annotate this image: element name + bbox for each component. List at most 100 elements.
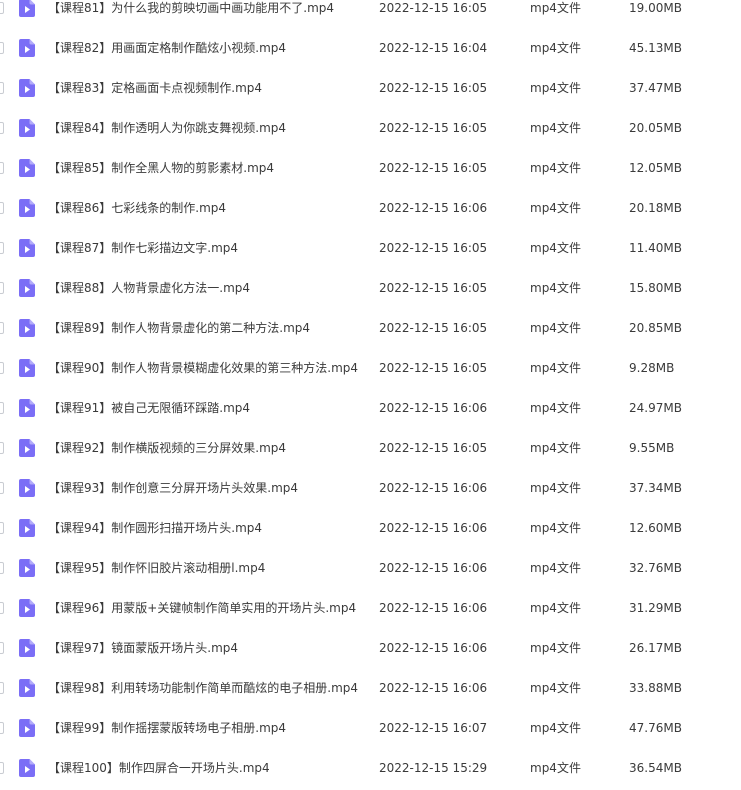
file-name[interactable]: 【课程86】七彩线条的制作.mp4: [48, 188, 363, 228]
row-checkbox[interactable]: [0, 282, 4, 294]
file-type: mp4文件: [530, 761, 581, 775]
file-name[interactable]: 【课程95】制作怀旧胶片滚动相册l.mp4: [48, 548, 363, 588]
file-size: 32.76MB: [629, 561, 682, 575]
video-file-icon: [19, 199, 35, 217]
video-file-icon: [19, 479, 35, 497]
file-row[interactable]: 【课程99】制作摇摆蒙版转场电子相册.mp4 2022-12-15 16:07 mp…: [0, 708, 741, 748]
file-name[interactable]: 【课程97】镜面蒙版开场片头.mp4: [48, 628, 363, 668]
modified-date: 2022-12-15 16:06: [379, 481, 488, 495]
row-checkbox[interactable]: [0, 722, 4, 734]
row-checkbox[interactable]: [0, 42, 4, 54]
modified-date: 2022-12-15 16:06: [379, 641, 488, 655]
modified-date: 2022-12-15 16:05: [379, 1, 488, 15]
row-checkbox[interactable]: [0, 362, 4, 374]
row-checkbox[interactable]: [0, 682, 4, 694]
row-checkbox[interactable]: [0, 602, 4, 614]
file-name[interactable]: 【课程96】用蒙版+关键帧制作简单实用的开场片头.mp4: [48, 588, 363, 628]
file-row[interactable]: 【课程81】为什么我的剪映切画中画功能用不了.mp4 2022-12-15 16:…: [0, 0, 741, 28]
file-name[interactable]: 【课程100】制作四屏合一开场片头.mp4: [48, 748, 363, 788]
modified-date: 2022-12-15 16:06: [379, 401, 488, 415]
file-row[interactable]: 【课程87】制作七彩描边文字.mp4 2022-12-15 16:05 mp4文件 1…: [0, 228, 741, 268]
file-name[interactable]: 【课程90】制作人物背景模糊虚化效果的第三种方法.mp4: [48, 348, 363, 388]
file-row[interactable]: 【课程90】制作人物背景模糊虚化效果的第三种方法.mp4 2022-12-15 1…: [0, 348, 741, 388]
modified-date: 2022-12-15 16:05: [379, 361, 488, 375]
file-row[interactable]: 【课程95】制作怀旧胶片滚动相册l.mp4 2022-12-15 16:06 mp4…: [0, 548, 741, 588]
file-size: 19.00MB: [629, 1, 682, 15]
modified-date: 2022-12-15 16:06: [379, 521, 488, 535]
file-row[interactable]: 【课程89】制作人物背景虚化的第二种方法.mp4 2022-12-15 16:05…: [0, 308, 741, 348]
file-name[interactable]: 【课程92】制作横版视频的三分屏效果.mp4: [48, 428, 363, 468]
row-checkbox[interactable]: [0, 402, 4, 414]
file-row[interactable]: 【课程84】制作透明人为你跳支舞视频.mp4 2022-12-15 16:05 mp…: [0, 108, 741, 148]
file-type: mp4文件: [530, 561, 581, 575]
file-name[interactable]: 【课程94】制作圆形扫描开场片头.mp4: [48, 508, 363, 548]
row-checkbox[interactable]: [0, 202, 4, 214]
file-row[interactable]: 【课程97】镜面蒙版开场片头.mp4 2022-12-15 16:06 mp4文件 2…: [0, 628, 741, 668]
file-size: 15.80MB: [629, 281, 682, 295]
file-size: 37.47MB: [629, 81, 682, 95]
video-file-icon: [19, 159, 35, 177]
modified-date: 2022-12-15 16:05: [379, 121, 488, 135]
file-name[interactable]: 【课程93】制作创意三分屏开场片头效果.mp4: [48, 468, 363, 508]
file-size: 24.97MB: [629, 401, 682, 415]
file-row[interactable]: 【课程91】被自己无限循环踩踏.mp4 2022-12-15 16:06 mp4文件…: [0, 388, 741, 428]
row-checkbox[interactable]: [0, 562, 4, 574]
file-row[interactable]: 【课程94】制作圆形扫描开场片头.mp4 2022-12-15 16:06 mp4文…: [0, 508, 741, 548]
file-size: 37.34MB: [629, 481, 682, 495]
file-row[interactable]: 【课程100】制作四屏合一开场片头.mp4 2022-12-15 15:29 mp4…: [0, 748, 741, 788]
file-row[interactable]: 【课程86】七彩线条的制作.mp4 2022-12-15 16:06 mp4文件 20…: [0, 188, 741, 228]
row-checkbox[interactable]: [0, 82, 4, 94]
row-checkbox[interactable]: [0, 522, 4, 534]
file-name[interactable]: 【课程84】制作透明人为你跳支舞视频.mp4: [48, 108, 363, 148]
file-name[interactable]: 【课程99】制作摇摆蒙版转场电子相册.mp4: [48, 708, 363, 748]
row-checkbox[interactable]: [0, 122, 4, 134]
file-type: mp4文件: [530, 121, 581, 135]
file-row[interactable]: 【课程88】人物背景虚化方法一.mp4 2022-12-15 16:05 mp4文件…: [0, 268, 741, 308]
file-name[interactable]: 【课程85】制作全黑人物的剪影素材.mp4: [48, 148, 363, 188]
video-file-icon: [19, 759, 35, 777]
file-name[interactable]: 【课程88】人物背景虚化方法一.mp4: [48, 268, 363, 308]
file-name[interactable]: 【课程82】用画面定格制作酷炫小视频.mp4: [48, 28, 363, 68]
video-file-icon: [19, 119, 35, 137]
file-name[interactable]: 【课程81】为什么我的剪映切画中画功能用不了.mp4: [48, 0, 363, 28]
row-checkbox[interactable]: [0, 642, 4, 654]
file-name[interactable]: 【课程89】制作人物背景虚化的第二种方法.mp4: [48, 308, 363, 348]
row-checkbox[interactable]: [0, 2, 4, 14]
row-checkbox[interactable]: [0, 482, 4, 494]
file-type: mp4文件: [530, 361, 581, 375]
file-type: mp4文件: [530, 1, 581, 15]
file-size: 45.13MB: [629, 41, 682, 55]
file-type: mp4文件: [530, 601, 581, 615]
file-row[interactable]: 【课程82】用画面定格制作酷炫小视频.mp4 2022-12-15 16:04 mp…: [0, 28, 741, 68]
file-row[interactable]: 【课程92】制作横版视频的三分屏效果.mp4 2022-12-15 16:05 mp…: [0, 428, 741, 468]
file-size: 9.28MB: [629, 361, 675, 375]
file-size: 12.05MB: [629, 161, 682, 175]
file-size: 26.17MB: [629, 641, 682, 655]
file-name[interactable]: 【课程98】利用转场功能制作简单而酷炫的电子相册.mp4: [48, 668, 363, 708]
video-file-icon: [19, 599, 35, 617]
file-row[interactable]: 【课程93】制作创意三分屏开场片头效果.mp4 2022-12-15 16:06 m…: [0, 468, 741, 508]
file-name[interactable]: 【课程91】被自己无限循环踩踏.mp4: [48, 388, 363, 428]
modified-date: 2022-12-15 16:05: [379, 441, 488, 455]
file-name[interactable]: 【课程83】定格画面卡点视频制作.mp4: [48, 68, 363, 108]
file-size: 31.29MB: [629, 601, 682, 615]
file-type: mp4文件: [530, 241, 581, 255]
file-name[interactable]: 【课程87】制作七彩描边文字.mp4: [48, 228, 363, 268]
row-checkbox[interactable]: [0, 162, 4, 174]
modified-date: 2022-12-15 16:06: [379, 561, 488, 575]
modified-date: 2022-12-15 16:06: [379, 201, 488, 215]
file-row[interactable]: 【课程96】用蒙版+关键帧制作简单实用的开场片头.mp4 2022-12-15 1…: [0, 588, 741, 628]
video-file-icon: [19, 719, 35, 737]
row-checkbox[interactable]: [0, 242, 4, 254]
file-type: mp4文件: [530, 641, 581, 655]
file-size: 33.88MB: [629, 681, 682, 695]
file-row[interactable]: 【课程83】定格画面卡点视频制作.mp4 2022-12-15 16:05 mp4文…: [0, 68, 741, 108]
file-type: mp4文件: [530, 81, 581, 95]
file-size: 11.40MB: [629, 241, 682, 255]
row-checkbox[interactable]: [0, 322, 4, 334]
file-row[interactable]: 【课程85】制作全黑人物的剪影素材.mp4 2022-12-15 16:05 mp4…: [0, 148, 741, 188]
file-row[interactable]: 【课程98】利用转场功能制作简单而酷炫的电子相册.mp4 2022-12-15 1…: [0, 668, 741, 708]
row-checkbox[interactable]: [0, 442, 4, 454]
file-size: 47.76MB: [629, 721, 682, 735]
row-checkbox[interactable]: [0, 762, 4, 774]
